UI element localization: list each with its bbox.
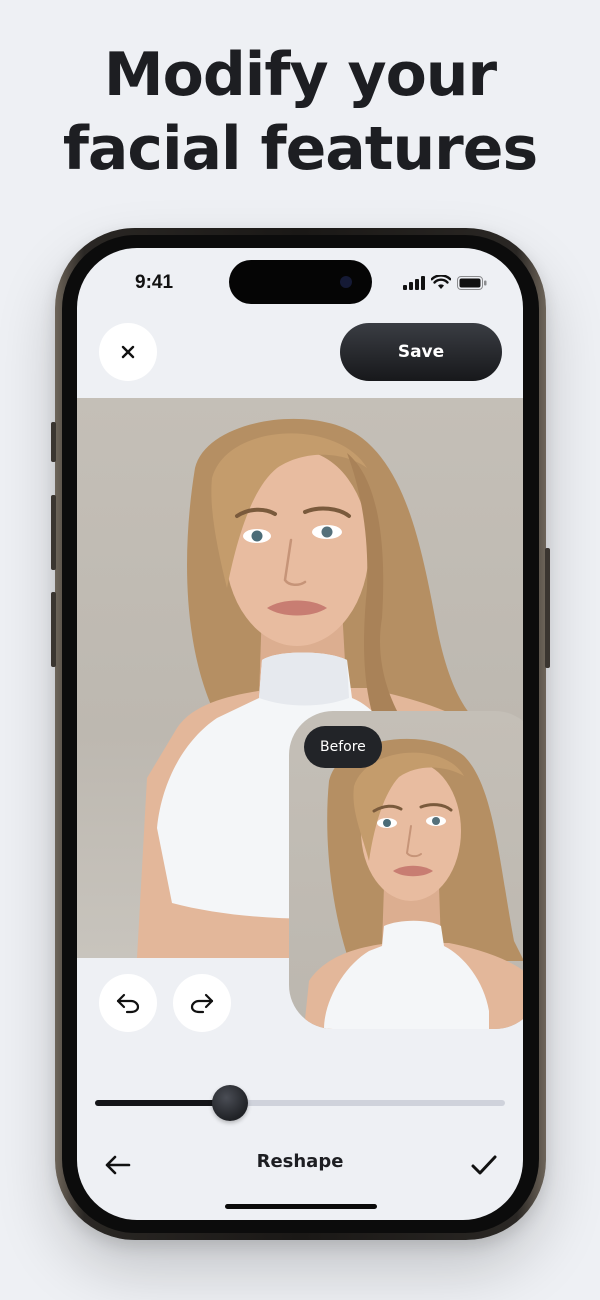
slider-fill (95, 1100, 231, 1106)
headline-line-1: Modify your (103, 40, 497, 110)
status-icons (403, 275, 487, 290)
confirm-button[interactable] (467, 1148, 501, 1182)
battery-icon (457, 275, 487, 290)
status-time: 9:41 (135, 272, 174, 293)
headline: Modify your facial features (0, 38, 600, 186)
front-camera (340, 276, 352, 288)
undo-icon (116, 993, 140, 1014)
home-indicator (225, 1204, 377, 1209)
slider-knob[interactable] (212, 1085, 249, 1121)
headline-line-2: facial features (62, 114, 538, 184)
before-badge: Before (304, 726, 382, 768)
intensity-slider[interactable] (95, 1083, 505, 1123)
phone-screen: 9:41 Save Before Reshape (77, 248, 523, 1220)
phone-power-button (545, 548, 550, 668)
save-button[interactable]: Save (340, 323, 502, 381)
cellular-signal-icon (403, 275, 425, 290)
phone-volume-down (51, 592, 56, 667)
redo-button[interactable] (173, 974, 231, 1032)
dynamic-island (229, 260, 372, 304)
before-preview-card[interactable]: Before (289, 711, 523, 1029)
close-button[interactable] (99, 323, 157, 381)
tool-title: Reshape (256, 1151, 344, 1172)
checkmark-icon (471, 1155, 497, 1175)
phone-mute-switch (51, 422, 56, 462)
wifi-icon (431, 275, 451, 289)
close-icon (121, 345, 135, 359)
redo-icon (190, 993, 214, 1014)
phone-volume-up (51, 495, 56, 570)
undo-button[interactable] (99, 974, 157, 1032)
